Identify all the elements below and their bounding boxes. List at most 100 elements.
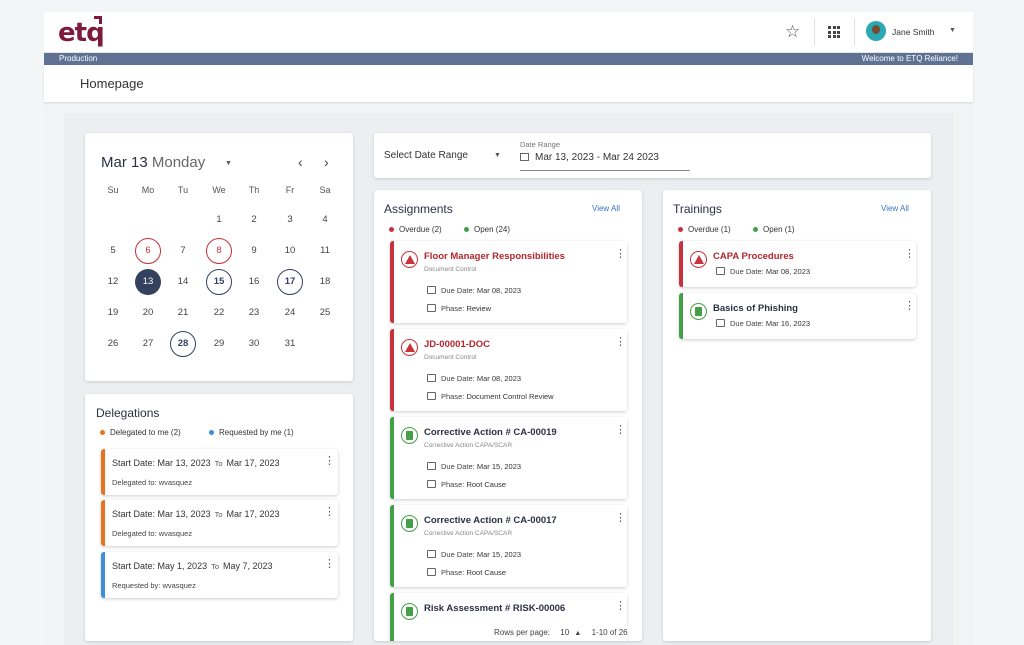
weekday-header: Th (248, 185, 260, 195)
delegation-item[interactable]: Start Date: Mar 13, 2023 To Mar 17, 2023 D… (101, 500, 338, 546)
calendar-day[interactable]: 11 (312, 238, 338, 264)
date-range-card: Select Date Range ▼ Date Range Mar 13, 2… (374, 133, 931, 178)
calendar-day[interactable]: 8 (206, 238, 232, 264)
calendar-month-title[interactable]: Mar 13 Monday (101, 154, 205, 171)
legend-label: Requested by me (1) (219, 428, 294, 437)
calendar-day[interactable]: 21 (170, 300, 196, 326)
calendar-day[interactable]: 16 (241, 269, 267, 295)
delegation-item[interactable]: Start Date: May 1, 2023 To May 7, 2023 Req… (101, 552, 338, 598)
delegation-item[interactable]: Start Date: Mar 13, 2023 To Mar 17, 2023 D… (101, 449, 338, 495)
calendar-day[interactable]: 20 (135, 300, 161, 326)
due-label: Due Date: (441, 462, 475, 471)
calendar-day[interactable]: 23 (241, 300, 267, 326)
legend-open: Open (1) (753, 225, 795, 234)
more-options-icon[interactable]: ⋮ (324, 507, 335, 518)
trainings-view-all-link[interactable]: View All (881, 204, 909, 213)
more-options-icon[interactable]: ⋮ (615, 249, 626, 260)
select-date-range-dropdown[interactable]: Select Date Range (384, 150, 468, 161)
due-date: Mar 08, 2023 (476, 374, 522, 383)
calendar-day[interactable]: 18 (312, 269, 338, 295)
calendar-day[interactable]: 22 (206, 300, 232, 326)
calendar-day[interactable]: 4 (312, 207, 338, 233)
date-range-label: Date Range (520, 140, 561, 149)
rows-per-page-select[interactable]: 10 (560, 628, 569, 637)
calendar-day[interactable]: 12 (100, 269, 126, 295)
favorite-star-icon[interactable]: ☆ (785, 22, 800, 42)
prev-month-icon[interactable]: ‹ (298, 154, 303, 170)
more-options-icon[interactable]: ⋮ (615, 425, 626, 436)
calendar-icon (427, 374, 436, 382)
calendar-day[interactable]: 9 (241, 238, 267, 264)
next-month-icon[interactable]: › (324, 154, 329, 170)
start-date: Mar 13, 2023 (157, 458, 211, 468)
more-options-icon[interactable]: ⋮ (615, 337, 626, 348)
calendar-day[interactable]: 25 (312, 300, 338, 326)
calendar-icon (427, 286, 436, 294)
calendar-day[interactable]: 17 (277, 269, 303, 295)
assignment-title[interactable]: Floor Manager Responsibilities (424, 251, 565, 262)
document-icon (690, 303, 707, 320)
dropdown-caret-icon[interactable]: ▼ (494, 152, 501, 159)
month-dropdown-caret-icon[interactable]: ▼ (225, 160, 232, 167)
assignment-card[interactable]: JD-00001-DOC Document Control Due Date: … (390, 329, 627, 411)
assignment-title[interactable]: JD-00001-DOC (424, 339, 490, 350)
date-range-value: Mar 13, 2023 - Mar 24 2023 (535, 152, 659, 163)
training-title[interactable]: Basics of Phishing (713, 303, 798, 314)
assignment-card[interactable]: Corrective Action # CA-00017 Corrective … (390, 505, 627, 587)
who-user: wvasquez (158, 529, 193, 538)
calendar-day[interactable]: 24 (277, 300, 303, 326)
date-range-field[interactable]: Mar 13, 2023 - Mar 24 2023 (520, 152, 659, 163)
document-icon (401, 427, 418, 444)
due-date: Mar 15, 2023 (476, 462, 522, 471)
assignment-title[interactable]: Corrective Action # CA-00019 (424, 427, 557, 438)
more-options-icon[interactable]: ⋮ (324, 559, 335, 570)
calendar-day[interactable]: 30 (241, 331, 267, 357)
weekday-header: Fr (285, 185, 295, 195)
more-options-icon[interactable]: ⋮ (904, 301, 915, 312)
user-name[interactable]: Jane Smith (892, 27, 935, 37)
apps-grid-icon[interactable] (828, 26, 840, 38)
calendar-day[interactable]: 3 (277, 207, 303, 233)
calendar-card: Mar 13 Monday ▼ ‹ › Su Mo Tu We Th Fr Sa 1 2 3 4 5 6… (85, 133, 353, 381)
assignment-card[interactable]: Floor Manager Responsibilities Document … (390, 241, 627, 323)
avatar[interactable] (866, 21, 886, 41)
calendar-day[interactable]: 5 (100, 238, 126, 264)
to-label: To (214, 459, 223, 468)
calendar-day[interactable]: 29 (206, 331, 232, 357)
assignments-view-all-link[interactable]: View All (592, 204, 620, 213)
start-date: May 1, 2023 (157, 561, 208, 571)
calendar-day[interactable]: 7 (170, 238, 196, 264)
more-options-icon[interactable]: ⋮ (324, 456, 335, 467)
assignment-title[interactable]: Corrective Action # CA-00017 (424, 515, 557, 526)
more-options-icon[interactable]: ⋮ (615, 601, 626, 612)
calendar-day[interactable]: 1 (206, 207, 232, 233)
assignment-title[interactable]: Risk Assessment # RISK-00006 (424, 603, 565, 614)
calendar-day[interactable]: 28 (170, 331, 196, 357)
calendar-day[interactable]: 10 (277, 238, 303, 264)
due-date-row: Due Date: Mar 15, 2023 (427, 550, 521, 559)
calendar-day[interactable]: 26 (100, 331, 126, 357)
calendar-weekday: Monday (151, 154, 206, 171)
phase-icon (427, 392, 436, 400)
training-card[interactable]: CAPA Procedures Due Date: Mar 08, 2023 ⋮ (679, 241, 916, 287)
calendar-day[interactable]: 19 (100, 300, 126, 326)
training-card[interactable]: Basics of Phishing Due Date: Mar 16, 202… (679, 293, 916, 339)
phase-label: Phase: (441, 568, 465, 577)
phase-row: Phase: Root Cause (427, 568, 506, 577)
calendar-day[interactable]: 6 (135, 238, 161, 264)
phase-icon (427, 304, 436, 312)
due-date: Mar 15, 2023 (476, 550, 522, 559)
calendar-day[interactable]: 31 (277, 331, 303, 357)
calendar-day[interactable]: 2 (241, 207, 267, 233)
calendar-day[interactable]: 27 (135, 331, 161, 357)
calendar-day[interactable]: 15 (206, 269, 232, 295)
calendar-day[interactable]: 13 (135, 269, 161, 295)
training-title[interactable]: CAPA Procedures (713, 251, 794, 262)
assignment-card[interactable]: Corrective Action # CA-00019 Corrective … (390, 417, 627, 499)
delegations-title: Delegations (96, 406, 160, 420)
calendar-day[interactable]: 14 (170, 269, 196, 295)
more-options-icon[interactable]: ⋮ (904, 249, 915, 260)
user-menu-caret-icon[interactable]: ▼ (949, 27, 956, 34)
more-options-icon[interactable]: ⋮ (615, 513, 626, 524)
rows-caret-icon[interactable]: ▲ (574, 630, 581, 637)
